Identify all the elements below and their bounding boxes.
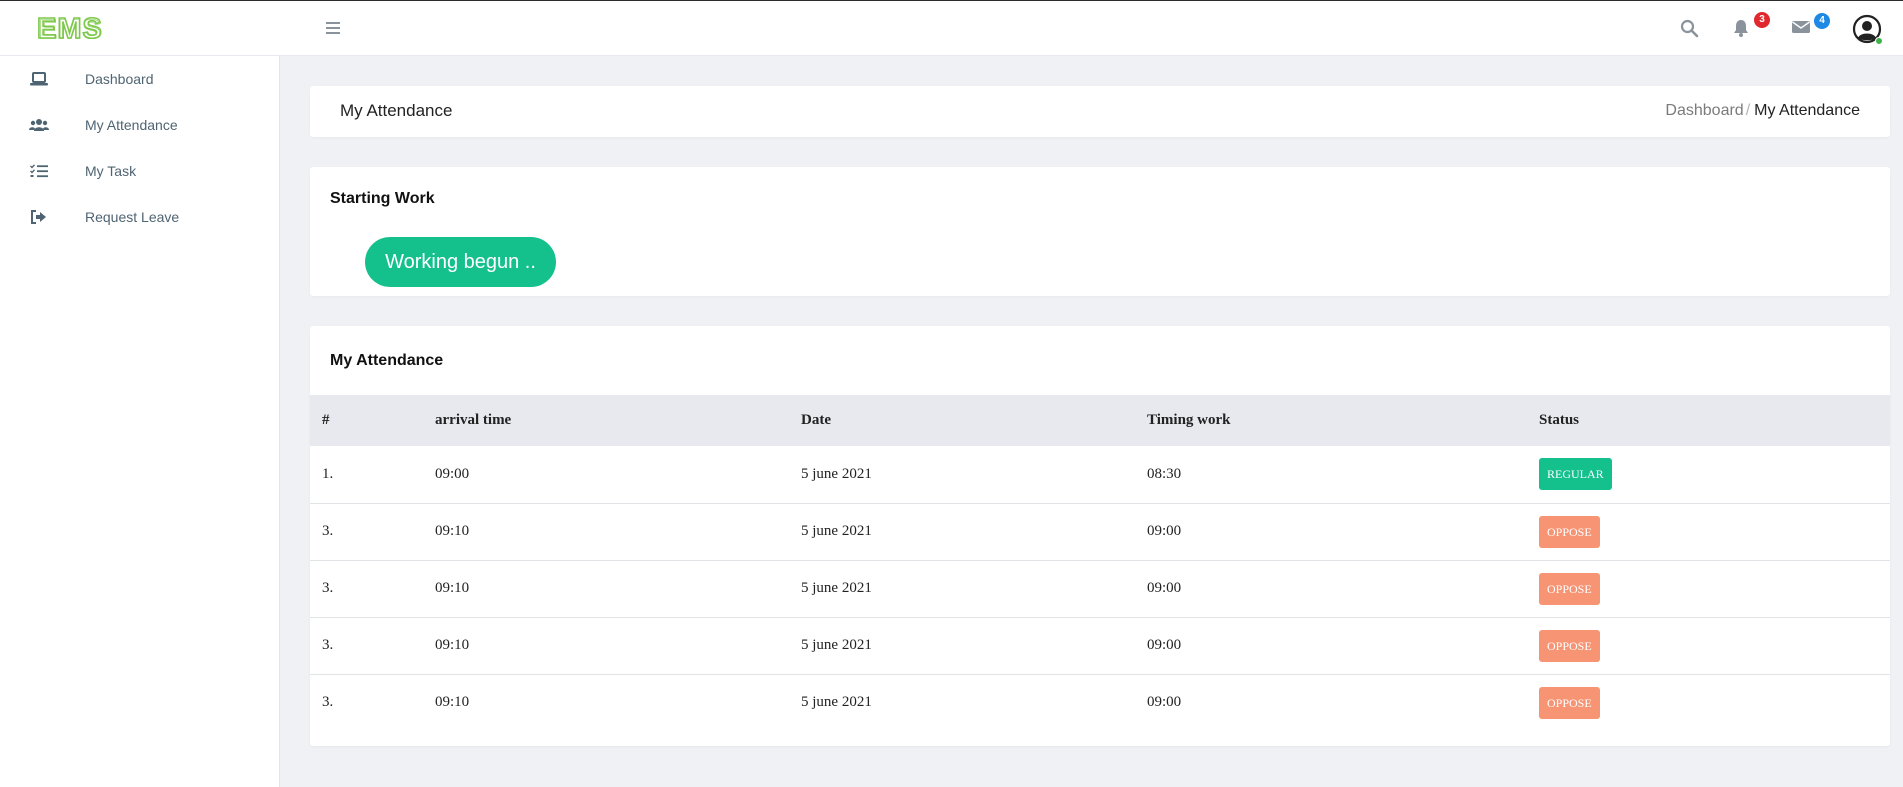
status-badge: OPPOSE xyxy=(1539,686,1600,719)
cell-timing-work: 08:30 xyxy=(1147,465,1182,482)
cell-arrival-time: 09:00 xyxy=(435,465,470,482)
message-count-badge: 4 xyxy=(1814,13,1830,29)
sidebar-item-dashboard[interactable]: Dashboard xyxy=(0,59,280,99)
cell-timing-work: 09:00 xyxy=(1147,694,1182,711)
sign-out-icon xyxy=(29,209,49,225)
column-header-status: Status xyxy=(1539,412,1580,428)
cell-arrival-time: 09:10 xyxy=(435,523,470,539)
cell-number: 3. xyxy=(322,637,334,653)
sidebar-item-my-task[interactable]: My Task xyxy=(0,151,280,191)
cell-number: 3. xyxy=(322,694,334,711)
sidebar-item-label: My Attendance xyxy=(85,117,178,133)
table-row: 3. 09:10 5 june 2021 09:00 OPPOSE xyxy=(310,503,1890,560)
column-header-arrival-time: arrival time xyxy=(435,412,512,428)
cell-number: 3. xyxy=(322,580,334,596)
top-navbar: EMS EMS 3 4 xyxy=(0,0,1903,56)
cell-date: 5 june 2021 xyxy=(801,523,872,539)
starting-work-card: Starting Work Working begun .. xyxy=(310,167,1890,296)
attendance-table: # arrival time Date Timing work Status 1… xyxy=(310,395,1890,731)
sidebar-item-label: Request Leave xyxy=(85,209,180,225)
sidebar: Dashboard My Attendance My Task Request … xyxy=(0,56,280,787)
cell-number: 3. xyxy=(322,523,334,539)
column-header-timing-work: Timing work xyxy=(1147,412,1231,428)
sidebar-item-request-leave[interactable]: Request Leave xyxy=(0,197,280,237)
table-row: 3. 09:10 5 june 2021 09:00 OPPOSE xyxy=(310,617,1890,674)
table-row: 1. 09:00 5 june 2021 08:30 REGULAR xyxy=(310,446,1890,503)
cell-date: 5 june 2021 xyxy=(801,637,872,653)
status-badge: REGULAR xyxy=(1539,458,1612,491)
cell-date: 5 june 2021 xyxy=(801,694,872,711)
sidebar-item-label: Dashboard xyxy=(85,71,154,87)
notification-count-badge: 3 xyxy=(1754,12,1770,28)
cell-number: 1. xyxy=(322,465,334,482)
user-avatar[interactable] xyxy=(1852,14,1884,46)
working-begun-button[interactable]: Working begun .. xyxy=(365,237,556,287)
status-badge: OPPOSE xyxy=(1539,572,1600,605)
page-header-card: My Attendance Dashboard / My Attendance xyxy=(310,86,1890,137)
column-header-date: Date xyxy=(801,412,831,428)
status-badge: OPPOSE xyxy=(1539,629,1600,662)
attendance-card: My Attendance # arrival time Date Timing… xyxy=(310,326,1890,746)
tasks-icon xyxy=(29,163,49,179)
hamburger-menu-icon[interactable] xyxy=(325,20,343,36)
envelope-icon xyxy=(1792,21,1810,33)
laptop-icon xyxy=(29,71,49,87)
cell-arrival-time: 09:10 xyxy=(435,637,470,653)
sidebar-item-label: My Task xyxy=(85,163,137,179)
breadcrumb-link-dashboard[interactable]: Dashboard xyxy=(1665,102,1743,119)
cell-arrival-time: 09:10 xyxy=(435,694,470,711)
cell-timing-work: 09:00 xyxy=(1147,637,1182,653)
status-badge: OPPOSE xyxy=(1539,515,1600,548)
cell-date: 5 june 2021 xyxy=(801,465,872,482)
ems-logo[interactable]: EMS EMS xyxy=(37,13,117,43)
starting-work-title: Starting Work xyxy=(330,190,435,207)
search-icon[interactable] xyxy=(1680,19,1699,38)
breadcrumb-separator: / xyxy=(1745,102,1751,119)
bell-icon xyxy=(1734,20,1748,37)
table-row: 3. 09:10 5 june 2021 09:00 OPPOSE xyxy=(310,560,1890,617)
breadcrumb: Dashboard / My Attendance xyxy=(1665,102,1860,120)
users-icon xyxy=(29,117,49,133)
cell-date: 5 june 2021 xyxy=(801,580,872,596)
messages-button[interactable]: 4 xyxy=(1792,13,1830,38)
breadcrumb-current: My Attendance xyxy=(1754,102,1860,119)
sidebar-item-my-attendance[interactable]: My Attendance xyxy=(0,105,280,145)
user-circle-icon xyxy=(1852,14,1883,45)
cell-timing-work: 09:00 xyxy=(1147,523,1182,539)
column-header-number: # xyxy=(322,412,330,428)
cell-arrival-time: 09:10 xyxy=(435,580,470,596)
page-title: My Attendance xyxy=(340,101,453,120)
notifications-button[interactable]: 3 xyxy=(1732,12,1770,39)
table-row: 3. 09:10 5 june 2021 09:00 OPPOSE xyxy=(310,674,1890,731)
svg-text:EMS: EMS xyxy=(39,13,102,43)
table-header-row: # arrival time Date Timing work Status xyxy=(310,395,1890,446)
attendance-title: My Attendance xyxy=(330,352,444,369)
cell-timing-work: 09:00 xyxy=(1147,580,1182,596)
